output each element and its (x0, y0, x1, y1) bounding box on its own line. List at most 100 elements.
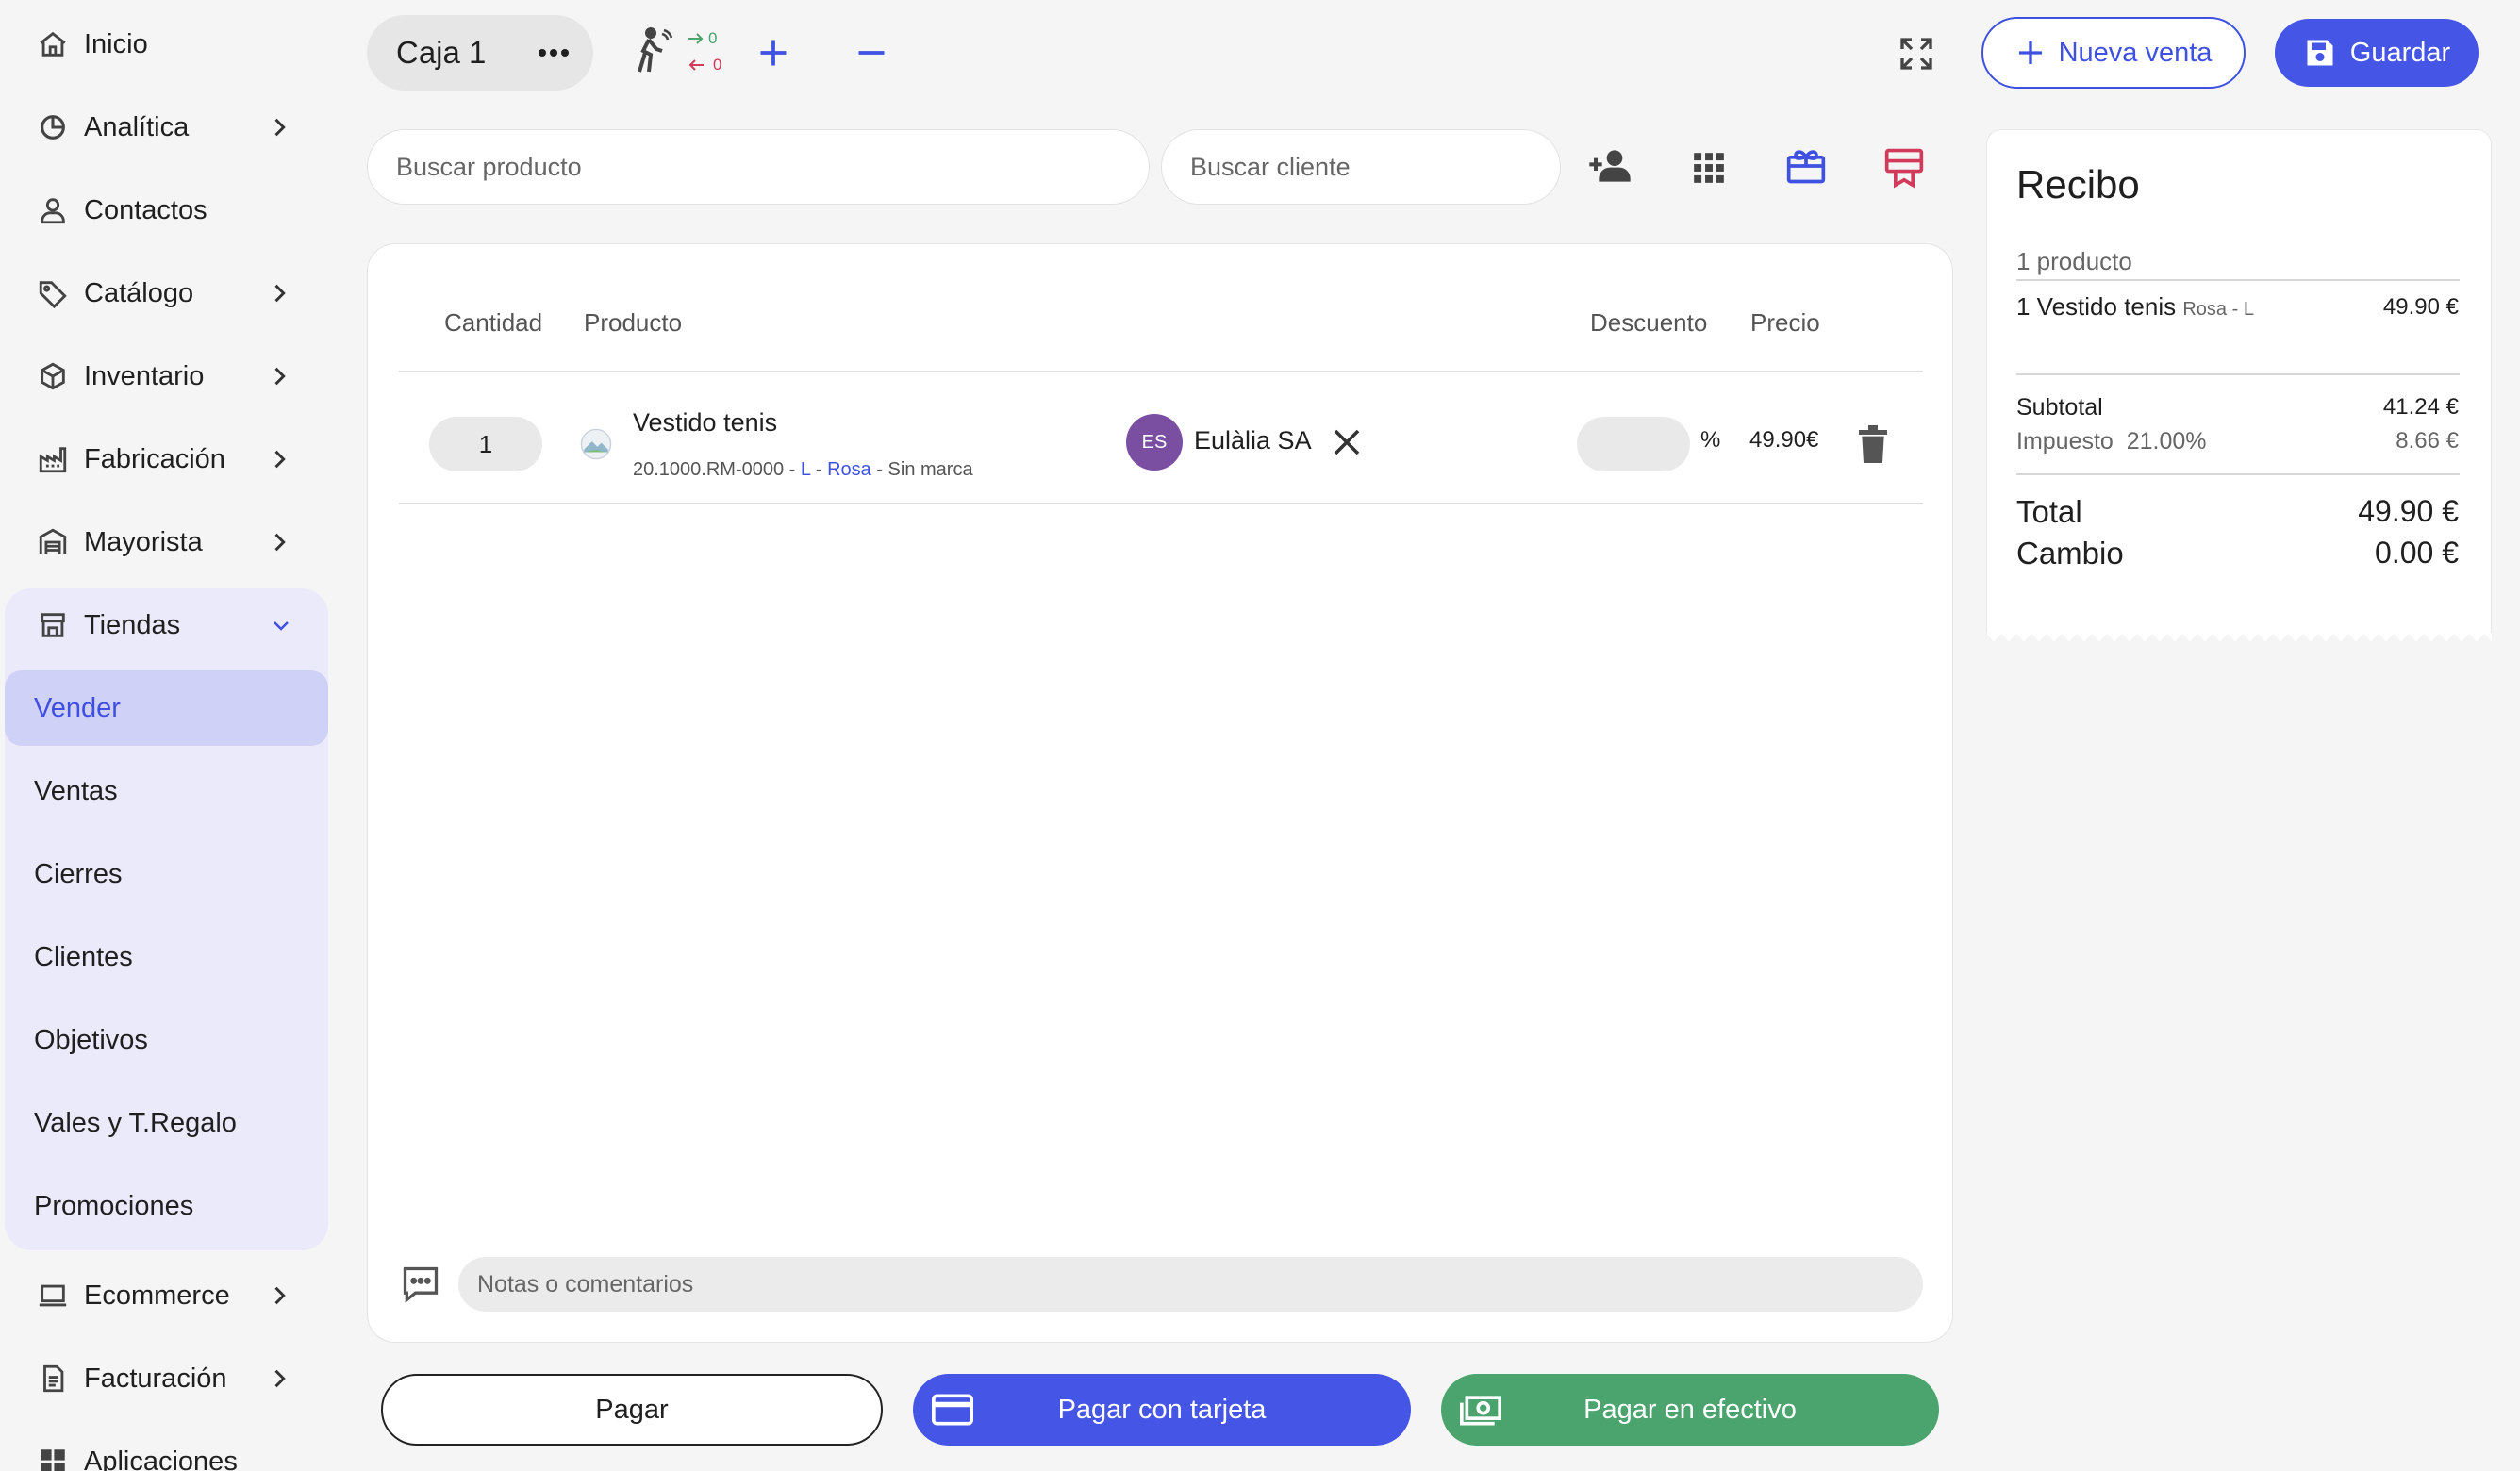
chevron-right-icon (274, 533, 286, 552)
factory-icon (39, 447, 67, 473)
quantity-input[interactable]: 1 (429, 417, 542, 471)
new-sale-button[interactable]: Nueva venta (1981, 17, 2246, 89)
pay-cash-label: Pagar en efectivo (1583, 1394, 1797, 1425)
save-icon (2307, 40, 2333, 66)
change-value: 0.00 € (2375, 536, 2459, 570)
total-value: 49.90 € (2358, 494, 2459, 528)
sidebar-subitem-cierres[interactable]: Cierres (5, 836, 328, 912)
save-label: Guardar (2349, 37, 2451, 68)
grid-icon[interactable] (1691, 150, 1727, 186)
warehouse-icon (39, 528, 67, 554)
fullscreen-icon[interactable] (1898, 35, 1935, 73)
receipt-torn-edge (1986, 633, 2492, 642)
line-client-name: Eulàlia SA (1194, 426, 1312, 455)
register-selector[interactable]: Caja 1 (367, 15, 593, 91)
credit-card-icon (932, 1394, 973, 1426)
notes-input[interactable] (458, 1257, 1923, 1312)
separator: - (870, 459, 888, 480)
chart-pie-icon (41, 115, 65, 140)
chevron-right-icon (274, 118, 286, 137)
store-icon (41, 613, 65, 637)
receipt-printer-icon[interactable] (1883, 145, 1925, 189)
pay-cash-button[interactable]: Pagar en efectivo (1441, 1374, 1939, 1446)
chevron-right-icon (274, 367, 286, 386)
sidebar-item-label: Inventario (84, 360, 205, 391)
plus-icon[interactable] (756, 36, 790, 70)
sidebar-subitem-objetivos[interactable]: Objetivos (5, 1002, 328, 1078)
pay-label: Pagar (595, 1394, 669, 1425)
sidebar-item-contactos[interactable]: Contactos (5, 173, 328, 248)
more-options-icon[interactable] (535, 40, 572, 66)
sidebar-item-aplicaciones[interactable]: Aplicaciones (5, 1424, 328, 1471)
plus-icon (2018, 41, 2042, 64)
sidebar-item-inicio[interactable]: Inicio (5, 7, 328, 82)
sidebar-item-label: Analítica (84, 111, 190, 142)
sidebar-item-label: Aplicaciones (84, 1446, 238, 1471)
laptop-icon (39, 1284, 67, 1307)
sidebar-subitem-clientes[interactable]: Clientes (5, 919, 328, 995)
sidebar-item-inventario[interactable]: Inventario (5, 339, 328, 414)
chevron-down-icon (274, 621, 289, 631)
cart-panel: Cantidad Producto Descuento Precio 1 Ves… (367, 243, 1953, 1343)
sidebar: Inicio Analítica Contactos Catálogo Inve… (0, 0, 340, 1471)
home-icon (40, 31, 66, 57)
column-header-qty: Cantidad (444, 308, 543, 337)
sidebar-subitem-vender[interactable]: Vender (5, 670, 328, 746)
column-header-discount: Descuento (1590, 308, 1708, 337)
subtotal-value: 41.24 € (2382, 394, 2459, 420)
sidebar-item-facturacion[interactable]: Facturación (5, 1341, 328, 1416)
product-search-input[interactable] (367, 129, 1150, 205)
sidebar-item-ecommerce[interactable]: Ecommerce (5, 1258, 328, 1333)
pay-button[interactable]: Pagar (381, 1374, 883, 1446)
image-placeholder-icon (580, 428, 612, 460)
sidebar-item-mayorista[interactable]: Mayorista (5, 504, 328, 580)
sidebar-item-catalogo[interactable]: Catálogo (5, 256, 328, 331)
chevron-right-icon (274, 284, 286, 303)
sidebar-item-label: Ecommerce (84, 1280, 230, 1311)
column-header-product: Producto (584, 308, 683, 337)
discount-percent-label: % (1700, 427, 1721, 453)
sidebar-item-label: Mayorista (84, 526, 203, 557)
discount-input[interactable] (1577, 417, 1690, 471)
sidebar-item-label: Contactos (84, 194, 207, 225)
sidebar-item-tiendas[interactable]: Tiendas (5, 587, 328, 663)
apps-icon (41, 1449, 65, 1471)
sidebar-subitem-promociones[interactable]: Promociones (5, 1168, 328, 1244)
gift-card-icon[interactable] (1785, 145, 1827, 187)
column-header-price: Precio (1750, 308, 1820, 337)
client-search-input[interactable] (1161, 129, 1561, 205)
product-size: L (800, 459, 811, 480)
walking-person-icon (638, 27, 673, 73)
change-label: Cambio (2016, 536, 2124, 570)
trash-icon[interactable] (1856, 425, 1890, 463)
cash-icon (1460, 1396, 1501, 1426)
separator: - (784, 459, 801, 480)
tax-label: Impuesto 21.00% (2016, 428, 2207, 455)
receipt-item-count: 1 producto (2016, 247, 2132, 275)
sidebar-item-label: Inicio (84, 28, 148, 59)
divider (399, 503, 1923, 504)
sidebar-item-fabricacion[interactable]: Fabricación (5, 421, 328, 497)
document-icon (43, 1364, 64, 1393)
product-details: 20.1000.RM-0000 - L - Rosa - Sin marca (633, 459, 973, 481)
pay-card-label: Pagar con tarjeta (1057, 1394, 1267, 1425)
receipt-item-variant: Rosa - L (2182, 299, 2254, 320)
pay-card-button[interactable]: Pagar con tarjeta (913, 1374, 1411, 1446)
product-sku: 20.1000.RM-0000 (633, 459, 785, 480)
minus-icon[interactable] (854, 36, 888, 70)
sidebar-subitem-ventas[interactable]: Ventas (5, 753, 328, 829)
add-person-icon[interactable] (1587, 147, 1633, 185)
product-name: Vestido tenis (633, 408, 778, 437)
product-brand: Sin marca (887, 459, 973, 480)
receipt-item-name: 1 Vestido tenis (2016, 292, 2177, 321)
sync-in-count: 0 (713, 56, 722, 74)
sidebar-subitem-vales[interactable]: Vales y T.Regalo (5, 1085, 328, 1161)
tag-icon (39, 281, 67, 309)
close-icon[interactable] (1330, 425, 1364, 459)
receipt-item-price: 49.90 € (2382, 294, 2459, 320)
save-button[interactable]: Guardar (2275, 19, 2479, 87)
product-color: Rosa (827, 459, 871, 480)
sidebar-item-analitica[interactable]: Analítica (5, 90, 328, 165)
chevron-right-icon (274, 450, 286, 469)
receipt-item: 1 Vestido tenis Rosa - L (2016, 292, 2254, 322)
